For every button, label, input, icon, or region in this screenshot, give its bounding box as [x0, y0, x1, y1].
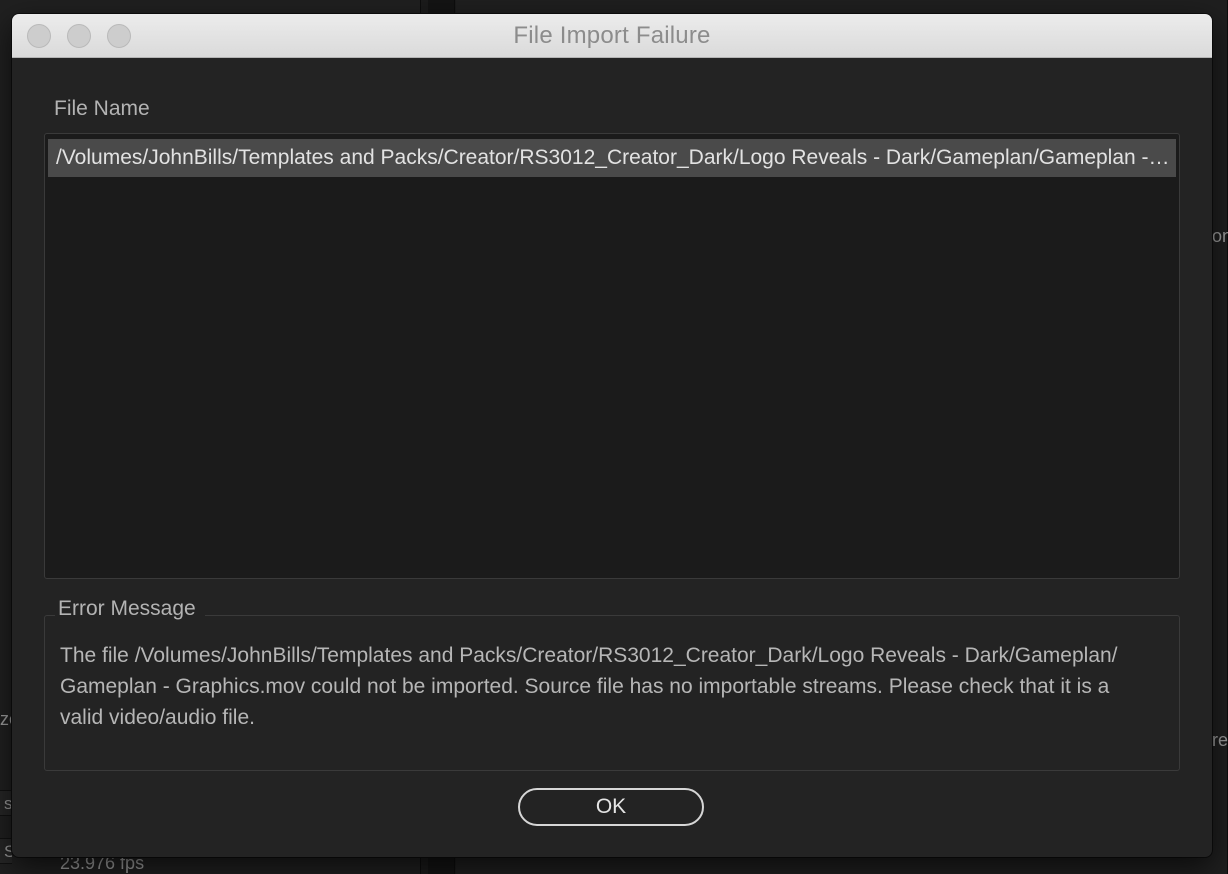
dialog-titlebar[interactable]: File Import Failure	[12, 14, 1212, 58]
background-left-row: S...	[0, 838, 12, 864]
error-message-text: The file /Volumes/JohnBills/Templates an…	[60, 644, 1118, 729]
file-name-list[interactable]: /Volumes/JohnBills/Templates and Packs/C…	[44, 133, 1180, 579]
background-left-row: s	[0, 790, 12, 816]
dialog-title: File Import Failure	[513, 22, 711, 49]
file-import-failure-dialog: File Import Failure File Name /Volumes/J…	[12, 14, 1212, 857]
background-right-text: re	[1212, 730, 1228, 750]
file-name-label: File Name	[54, 97, 150, 120]
background-right-text: on	[1212, 226, 1228, 246]
ok-button[interactable]: OK	[518, 788, 704, 826]
error-message-label: Error Message	[58, 597, 196, 620]
background-bottom-text: 23.976 fps	[60, 857, 145, 873]
error-message-box: The file /Volumes/JohnBills/Templates an…	[44, 614, 1180, 771]
file-list-item[interactable]: /Volumes/JohnBills/Templates and Packs/C…	[48, 139, 1176, 177]
